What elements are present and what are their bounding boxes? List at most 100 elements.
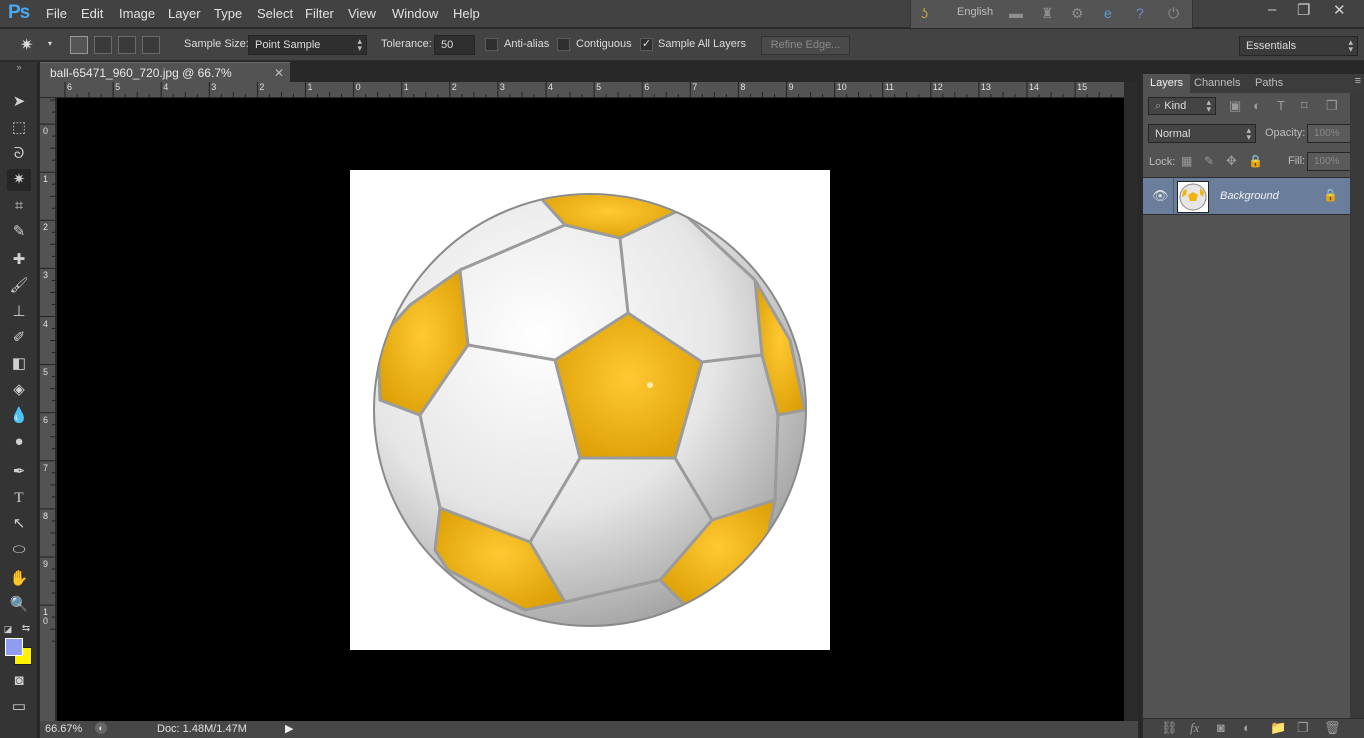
subtract-from-selection-button[interactable] [118, 36, 136, 54]
document-tab[interactable]: ball-65471_960_720.jpg @ 66.7% (RGB/8#) … [40, 62, 290, 94]
visibility-eye-icon[interactable]: 👁 [1152, 188, 1169, 204]
layers-panel-footer: ⛓ fx ◙ ◐ 📁 ❐ 🗑 [1143, 718, 1364, 738]
anti-alias-checkbox[interactable] [485, 38, 498, 51]
paint-bucket-tool-icon[interactable]: ◈ [7, 379, 31, 401]
keyboard-icon[interactable]: ▬ [1009, 5, 1023, 21]
lock-pixels-icon[interactable]: ✎ [1204, 154, 1214, 168]
input-method-icon[interactable]: ʖ [921, 5, 928, 21]
language-bar: ʖ English ▬ ♜ ⚙ e ? ⏻ [910, 0, 1193, 28]
lock-transparency-icon[interactable]: ▦ [1181, 154, 1192, 168]
screen-mode-icon[interactable]: ▭ [7, 696, 31, 718]
trash-icon[interactable]: 🗑 [1324, 720, 1341, 736]
menu-image[interactable]: Image [119, 6, 155, 21]
status-info-icon[interactable]: ◐ [95, 722, 107, 734]
shape-filter-icon[interactable]: ⌑ [1301, 98, 1308, 114]
brush-tool-icon[interactable]: 🖌 [7, 275, 31, 297]
lock-position-icon[interactable]: ✥ [1226, 153, 1237, 169]
type-tool-icon[interactable]: T [7, 487, 31, 509]
foreground-color-swatch[interactable] [5, 638, 23, 656]
contiguous-checkbox[interactable] [557, 38, 570, 51]
link-layers-icon[interactable]: ⛓ [1161, 720, 1178, 736]
anti-alias-label: Anti-alias [504, 38, 550, 50]
fill-input[interactable]: 100% [1307, 152, 1351, 171]
intersect-selection-button[interactable] [142, 36, 160, 54]
minimize-icon[interactable]: – [1268, 1, 1276, 18]
marquee-tool-icon[interactable]: ⬚ [7, 117, 31, 139]
collapse-toolbox-icon[interactable]: » [7, 62, 31, 72]
ellipse-tool-icon[interactable]: ⬭ [7, 539, 31, 561]
pen-tool-icon[interactable]: ✒ [7, 461, 31, 483]
history-brush-tool-icon[interactable]: ✐ [7, 327, 31, 349]
filter-kind-select[interactable]: ⌕ Kind ▴ ▾ [1148, 97, 1216, 115]
panel-tabs: Layers Channels Paths ≡ [1143, 74, 1364, 93]
menu-view[interactable]: View [348, 6, 376, 21]
swap-colors-icon[interactable]: ⇆ [20, 618, 32, 640]
adjustment-layer-icon[interactable]: ◐ [1243, 720, 1251, 735]
refine-edge-button[interactable]: Refine Edge... [761, 36, 850, 55]
layer-row[interactable]: 👁 Background 🔒 [1143, 177, 1350, 215]
new-layer-icon[interactable]: ❐ [1297, 720, 1309, 736]
chess-icon[interactable]: ♜ [1041, 5, 1054, 22]
clone-stamp-tool-icon[interactable]: ⊥ [7, 301, 31, 323]
help-icon[interactable]: ? [1136, 5, 1144, 21]
new-group-icon[interactable]: 📁 [1270, 720, 1286, 736]
gear-icon[interactable]: ⚙ [1071, 5, 1084, 22]
sample-all-layers-checkbox[interactable]: ✓ [640, 38, 653, 51]
type-filter-icon[interactable]: T [1277, 98, 1285, 113]
magic-wand-tool-icon[interactable]: ✷ [7, 169, 31, 191]
blur-tool-icon[interactable]: 💧 [7, 405, 31, 427]
move-tool-icon[interactable]: ➤ [7, 91, 31, 113]
browser-icon[interactable]: e [1104, 5, 1112, 21]
hand-tool-icon[interactable]: ✋ [7, 568, 31, 590]
add-to-selection-button[interactable] [94, 36, 112, 54]
path-selection-tool-icon[interactable]: ↖ [7, 513, 31, 535]
language-selector[interactable]: English [957, 6, 993, 18]
new-selection-button[interactable] [70, 36, 88, 54]
quick-mask-icon[interactable]: ◙ [7, 670, 31, 692]
power-icon[interactable]: ⏻ [1168, 5, 1179, 22]
menu-window[interactable]: Window [392, 6, 438, 21]
crop-tool-icon[interactable]: ⌗ [7, 195, 31, 217]
tab-channels[interactable]: Channels [1187, 74, 1247, 93]
photoshop-logo: Ps [8, 2, 30, 23]
lock-all-icon[interactable]: 🔒 [1248, 154, 1263, 168]
menu-filter[interactable]: Filter [305, 6, 334, 21]
tab-paths[interactable]: Paths [1248, 74, 1290, 93]
zoom-tool-icon[interactable]: 🔍 [7, 594, 31, 616]
workspace-select[interactable]: Essentials ▴ ▾ [1239, 36, 1358, 56]
close-icon[interactable]: ✕ [1333, 1, 1346, 19]
preset-dropdown-icon[interactable]: ▾ [48, 39, 52, 48]
menu-select[interactable]: Select [257, 6, 293, 21]
healing-brush-tool-icon[interactable]: ✚ [7, 249, 31, 271]
smart-object-filter-icon[interactable]: ❒ [1326, 98, 1338, 114]
layer-name[interactable]: Background [1220, 190, 1279, 202]
fx-icon[interactable]: fx [1190, 720, 1199, 736]
add-mask-icon[interactable]: ◙ [1217, 720, 1225, 735]
pixel-filter-icon[interactable]: ▣ [1229, 98, 1241, 114]
magic-wand-preset-icon[interactable]: ✷ [20, 35, 33, 55]
document-canvas[interactable] [57, 98, 1124, 721]
canvas-scrollbar[interactable] [1124, 82, 1138, 721]
panel-menu-icon[interactable]: ≡ [1355, 75, 1361, 87]
lasso-tool-icon[interactable]: ᘐ [7, 143, 31, 165]
tolerance-input[interactable]: 50 [434, 35, 475, 55]
panel-scrollbar[interactable] [1350, 93, 1364, 718]
menu-edit[interactable]: Edit [81, 6, 103, 21]
adjustment-filter-icon[interactable]: ◐ [1253, 98, 1261, 113]
blend-mode-select[interactable]: Normal ▴ ▾ [1148, 124, 1256, 143]
tab-layers[interactable]: Layers [1143, 74, 1191, 93]
restore-icon[interactable]: ❐ [1297, 1, 1310, 19]
menu-help[interactable]: Help [453, 6, 480, 21]
menu-file[interactable]: File [46, 6, 67, 21]
eyedropper-tool-icon[interactable]: ✎ [7, 221, 31, 243]
sample-size-select[interactable]: Point Sample ▴ ▾ [248, 35, 367, 55]
default-colors-icon[interactable]: ◪ [2, 618, 14, 640]
close-tab-icon[interactable]: ✕ [274, 66, 284, 80]
menu-type[interactable]: Type [214, 6, 242, 21]
opacity-input[interactable]: 100% [1307, 124, 1351, 143]
zoom-level[interactable]: 66.67% [45, 723, 82, 735]
eraser-tool-icon[interactable]: ◧ [7, 353, 31, 375]
dodge-tool-icon[interactable]: ● [7, 431, 31, 453]
menu-layer[interactable]: Layer [168, 6, 201, 21]
status-menu-arrow-icon[interactable]: ▶ [285, 722, 293, 735]
